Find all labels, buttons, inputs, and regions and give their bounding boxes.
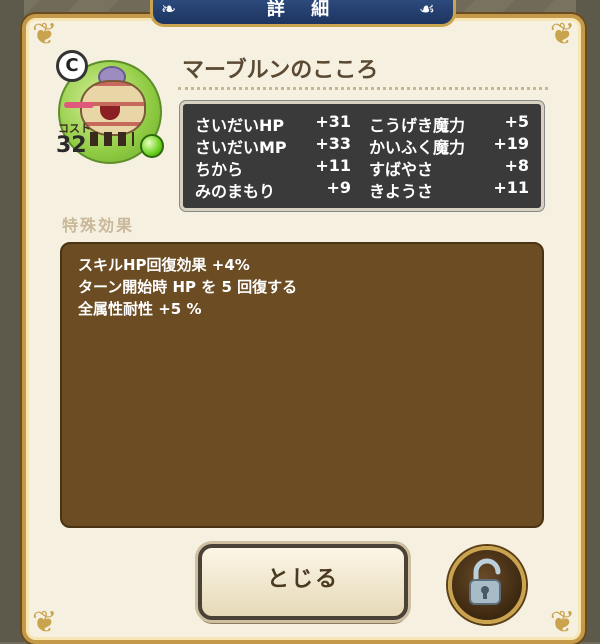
stat-name: みのまもり (195, 182, 276, 201)
panel-header: ❧ 詳 細 ☙ (150, 0, 456, 27)
stat-value: +11 (493, 178, 529, 197)
effect-line: ターン開始時 HP を 5 回復する (78, 278, 298, 296)
lock-button[interactable] (448, 546, 526, 624)
stat-name: ちから (195, 160, 244, 179)
stats-box: さいだいHP +31 こうげき魔力 +5 さいだいMP +33 かいふく魔力 +… (180, 101, 544, 211)
cost-value: 32 (56, 133, 87, 158)
stat-value: +19 (493, 134, 529, 153)
header-ornament-icon: ❧ (161, 0, 187, 20)
corner-ornament-icon: ❦ (549, 605, 575, 640)
stat-value: +11 (315, 156, 351, 175)
corner-ornament-icon: ❦ (549, 17, 575, 52)
corner-ornament-icon: ❦ (32, 17, 58, 52)
special-effects-box[interactable]: スキルHP回復効果 +4% ターン開始時 HP を 5 回復する 全属性耐性 +… (60, 242, 544, 528)
monster-legs (90, 132, 134, 146)
stat-name: すばやさ (369, 160, 434, 179)
unlock-icon (469, 558, 501, 605)
stat-name: きようさ (369, 182, 434, 201)
close-button-label: とじる (266, 567, 339, 592)
background-left-edge (0, 0, 24, 642)
stat-name: さいだいMP (195, 138, 287, 157)
monster-tongue (64, 102, 94, 108)
stat-name: かいふく魔力 (369, 138, 466, 157)
panel-title: 詳 細 (266, 0, 340, 20)
stat-name: さいだいHP (195, 116, 285, 135)
green-orb-icon (140, 134, 164, 158)
effect-line: 全属性耐性 +5 % (78, 300, 202, 318)
stat-value: +33 (315, 134, 351, 153)
close-button[interactable]: とじる (198, 544, 408, 620)
stat-value: +31 (315, 112, 351, 131)
effect-line: スキルHP回復効果 +4% (78, 256, 250, 274)
header-ornament-icon: ☙ (418, 0, 445, 20)
stat-value: +8 (504, 156, 529, 175)
stat-value: +9 (326, 178, 351, 197)
title-divider (178, 87, 548, 90)
stat-name: こうげき魔力 (369, 116, 466, 135)
stat-value: +5 (504, 112, 529, 131)
monster-heart-name: マーブルンのこころ (182, 58, 379, 83)
corner-ornament-icon: ❦ (32, 605, 58, 640)
special-effects-label: 特殊効果 (62, 216, 135, 235)
rank-badge: C (56, 50, 88, 82)
